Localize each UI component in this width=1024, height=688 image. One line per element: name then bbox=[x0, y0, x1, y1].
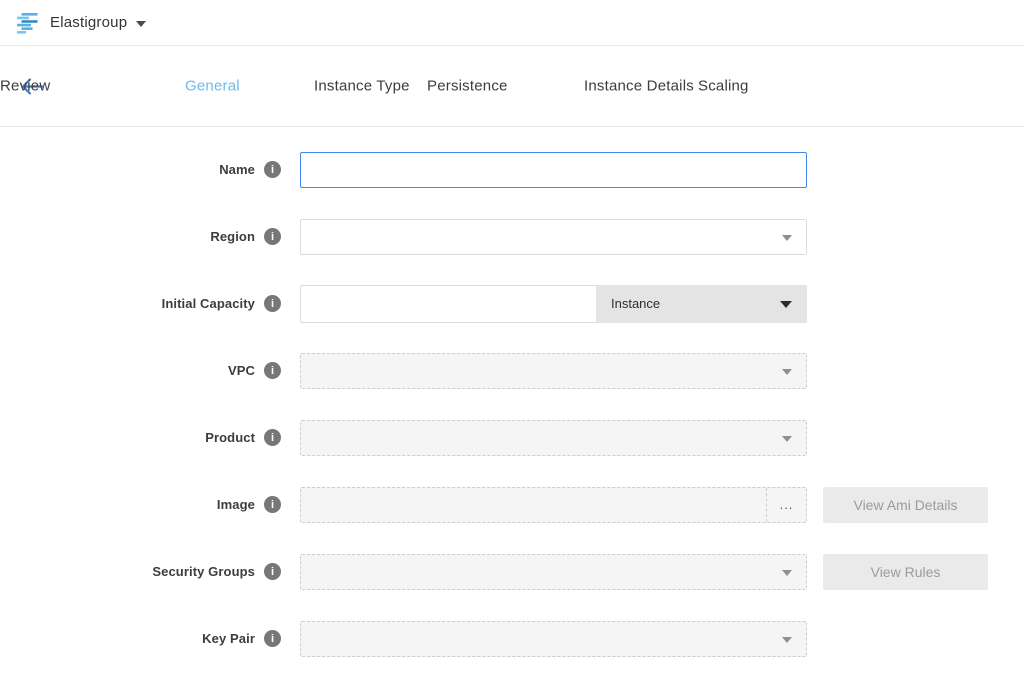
info-icon[interactable]: i bbox=[264, 295, 281, 312]
brand-label: Elastigroup bbox=[50, 14, 127, 31]
key-pair-select[interactable] bbox=[300, 621, 807, 657]
image-browse-button[interactable]: ... bbox=[766, 488, 806, 522]
view-rules-button[interactable]: View Rules bbox=[823, 554, 988, 590]
tab-scaling[interactable]: Scaling bbox=[698, 78, 749, 95]
info-icon[interactable]: i bbox=[264, 563, 281, 580]
security-groups-select[interactable] bbox=[300, 554, 807, 590]
field-row-vpc: VPC i bbox=[0, 352, 1024, 389]
info-icon[interactable]: i bbox=[264, 429, 281, 446]
info-icon[interactable]: i bbox=[264, 630, 281, 647]
tab-review[interactable]: Review bbox=[0, 78, 50, 95]
brand-menu[interactable]: Elastigroup bbox=[50, 14, 146, 31]
tab-general[interactable]: General bbox=[185, 78, 240, 95]
region-label: Region bbox=[210, 229, 255, 244]
product-label: Product bbox=[205, 430, 255, 445]
chevron-down-icon bbox=[782, 436, 792, 442]
tab-instance-type[interactable]: Instance Type bbox=[314, 78, 410, 95]
product-select[interactable] bbox=[300, 420, 807, 456]
field-row-region: Region i bbox=[0, 218, 1024, 255]
key-pair-label: Key Pair bbox=[202, 631, 255, 646]
name-input[interactable] bbox=[300, 152, 807, 188]
initial-capacity-input[interactable] bbox=[300, 285, 596, 323]
security-groups-label: Security Groups bbox=[152, 564, 255, 579]
info-icon[interactable]: i bbox=[264, 496, 281, 513]
field-row-security-groups: Security Groups i View Rules bbox=[0, 553, 1024, 590]
field-row-product: Product i bbox=[0, 419, 1024, 456]
info-icon[interactable]: i bbox=[264, 228, 281, 245]
region-select[interactable] bbox=[300, 219, 807, 255]
wizard-tab-bar: General Instance Type Persistence Instan… bbox=[0, 46, 1024, 127]
chevron-down-icon bbox=[782, 570, 792, 576]
info-icon[interactable]: i bbox=[264, 161, 281, 178]
vpc-select[interactable] bbox=[300, 353, 807, 389]
chevron-down-icon bbox=[780, 301, 792, 308]
view-ami-details-button[interactable]: View Ami Details bbox=[823, 487, 988, 523]
chevron-down-icon bbox=[782, 235, 792, 241]
chevron-down-icon bbox=[136, 21, 146, 27]
initial-capacity-label: Initial Capacity bbox=[162, 296, 255, 311]
info-icon[interactable]: i bbox=[264, 362, 281, 379]
image-input[interactable] bbox=[301, 488, 766, 522]
field-row-initial-capacity: Initial Capacity i Instance bbox=[0, 285, 1024, 322]
general-settings-form: Name i Region i Initial Capacity i Insta… bbox=[0, 127, 1024, 657]
chevron-down-icon bbox=[782, 637, 792, 643]
vpc-label: VPC bbox=[228, 363, 255, 378]
tab-persistence[interactable]: Persistence bbox=[427, 78, 508, 95]
field-row-name: Name i bbox=[0, 151, 1024, 188]
capacity-unit-value: Instance bbox=[611, 296, 660, 311]
image-label: Image bbox=[217, 497, 255, 512]
top-bar: Elastigroup bbox=[0, 0, 1024, 46]
name-label: Name bbox=[219, 162, 255, 177]
tab-instance-details[interactable]: Instance Details bbox=[584, 78, 694, 95]
field-row-image: Image i ... View Ami Details bbox=[0, 486, 1024, 523]
elastigroup-logo-icon bbox=[14, 11, 40, 35]
chevron-down-icon bbox=[782, 369, 792, 375]
field-row-key-pair: Key Pair i bbox=[0, 620, 1024, 657]
capacity-unit-select[interactable]: Instance bbox=[596, 285, 807, 323]
